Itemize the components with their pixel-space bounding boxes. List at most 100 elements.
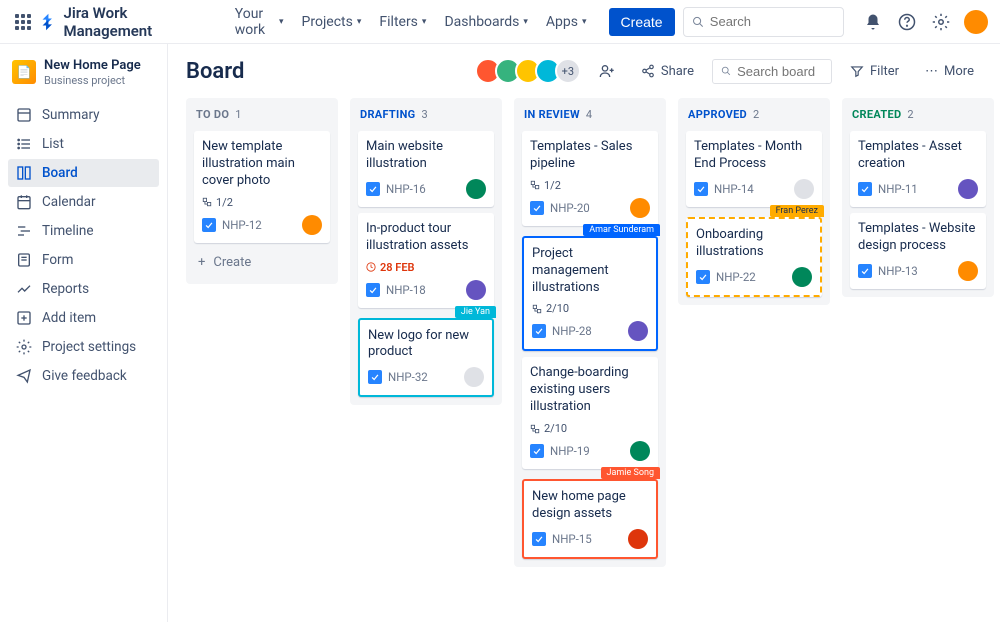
card[interactable]: Change-boarding existing users illustrat… bbox=[522, 357, 658, 469]
create-card-button[interactable]: +Create bbox=[194, 249, 330, 276]
create-button[interactable]: Create bbox=[609, 8, 675, 36]
card-title: New logo for new product bbox=[368, 328, 484, 362]
card-key: NHP-28 bbox=[552, 324, 592, 338]
issue-type-icon bbox=[202, 218, 216, 232]
issue-type-icon bbox=[696, 270, 710, 284]
sidebar-item-label: List bbox=[42, 136, 64, 152]
filter-button[interactable]: Filter bbox=[842, 59, 907, 84]
assignee-avatar[interactable] bbox=[464, 367, 484, 387]
column-drafting: DRAFTING3 Main website illustrationNHP-16… bbox=[350, 98, 502, 405]
nav-dashboards[interactable]: Dashboards▾ bbox=[436, 2, 535, 42]
board-icon bbox=[16, 165, 32, 181]
card-key: NHP-12 bbox=[222, 218, 262, 232]
column-header[interactable]: APPROVED2 bbox=[686, 106, 822, 125]
card[interactable]: Project management illustrations2/10NHP-… bbox=[522, 236, 658, 352]
assignee-avatar[interactable] bbox=[630, 441, 650, 461]
sidebar-item-summary[interactable]: Summary bbox=[8, 101, 159, 129]
card-title: Change-boarding existing users illustrat… bbox=[530, 365, 650, 416]
sidebar-item-reports[interactable]: Reports bbox=[8, 275, 159, 303]
sidebar-item-label: Add item bbox=[42, 310, 96, 326]
add-people-button[interactable] bbox=[591, 58, 623, 84]
brand[interactable]: Jira Work Management bbox=[39, 4, 211, 40]
project-header[interactable]: 📄 New Home Page Business project bbox=[8, 56, 159, 89]
sidebar-item-timeline[interactable]: Timeline bbox=[8, 217, 159, 245]
global-search-input[interactable] bbox=[710, 14, 835, 29]
profile-avatar[interactable] bbox=[964, 10, 988, 34]
card-key: NHP-13 bbox=[878, 264, 918, 278]
assignee-avatar[interactable] bbox=[958, 261, 978, 281]
global-search[interactable] bbox=[683, 7, 844, 37]
page-title: Board bbox=[186, 59, 244, 84]
card-title: Onboarding illustrations bbox=[696, 227, 812, 261]
sidebar-item-list[interactable]: List bbox=[8, 130, 159, 158]
settings-icon[interactable] bbox=[930, 11, 952, 33]
column-header[interactable]: IN REVIEW4 bbox=[522, 106, 658, 125]
assignee-avatar[interactable] bbox=[302, 215, 322, 235]
sidebar-item-board[interactable]: Board bbox=[8, 159, 159, 187]
app-switcher-icon[interactable] bbox=[12, 10, 35, 34]
card[interactable]: In-product tour illustration assets28 FE… bbox=[358, 213, 494, 308]
card[interactable]: Templates - Website design processNHP-13 bbox=[850, 213, 986, 289]
card[interactable]: Onboarding illustrationsNHP-22 bbox=[686, 217, 822, 297]
sidebar-item-label: Project settings bbox=[42, 339, 136, 355]
sidebar: 📄 New Home Page Business project Summary… bbox=[0, 44, 168, 622]
card[interactable]: Main website illustrationNHP-16 bbox=[358, 131, 494, 207]
assignee-avatar[interactable] bbox=[466, 280, 486, 300]
filter-icon bbox=[850, 64, 864, 78]
column-header[interactable]: DRAFTING3 bbox=[358, 106, 494, 125]
board-columns: TO DO1 New template illustration main cov… bbox=[186, 98, 982, 567]
assignee-avatar[interactable] bbox=[958, 179, 978, 199]
sidebar-item-label: Form bbox=[42, 252, 73, 268]
card[interactable]: Templates - Sales pipeline1/2NHP-20Amar … bbox=[522, 131, 658, 226]
sidebar-item-settings[interactable]: Project settings bbox=[8, 333, 159, 361]
card-footer: NHP-28 bbox=[532, 321, 648, 341]
search-icon bbox=[692, 15, 704, 29]
assignee-avatar[interactable] bbox=[794, 179, 814, 199]
card[interactable]: New home page design assetsNHP-15 bbox=[522, 479, 658, 559]
assignee-avatar[interactable] bbox=[630, 198, 650, 218]
column-header[interactable]: CREATED2 bbox=[850, 106, 986, 125]
card-subtasks: 1/2 bbox=[202, 196, 322, 209]
assignee-avatar[interactable] bbox=[792, 267, 812, 287]
sidebar-item-add[interactable]: Add item bbox=[8, 304, 159, 332]
card-title: In-product tour illustration assets bbox=[366, 221, 486, 255]
settings-icon bbox=[16, 339, 32, 355]
sidebar-item-calendar[interactable]: Calendar bbox=[8, 188, 159, 216]
card[interactable]: Templates - Asset creationNHP-11 bbox=[850, 131, 986, 207]
card-footer: NHP-12 bbox=[202, 215, 322, 235]
nav-your-work[interactable]: Your work▾ bbox=[227, 2, 292, 42]
sidebar-item-label: Timeline bbox=[42, 223, 94, 239]
nav-projects[interactable]: Projects▾ bbox=[294, 2, 370, 42]
issue-type-icon bbox=[694, 182, 708, 196]
card-footer: NHP-32 bbox=[368, 367, 484, 387]
board-search-input[interactable] bbox=[737, 64, 823, 79]
card[interactable]: Templates - Month End ProcessNHP-14Fran … bbox=[686, 131, 822, 207]
subtask-icon bbox=[202, 197, 212, 207]
card-title: Templates - Asset creation bbox=[858, 139, 978, 173]
nav-filters[interactable]: Filters▾ bbox=[371, 2, 434, 42]
assignee-avatar[interactable] bbox=[628, 321, 648, 341]
card-footer: NHP-16 bbox=[366, 179, 486, 199]
column-inreview: IN REVIEW4 Templates - Sales pipeline1/2N… bbox=[514, 98, 666, 567]
help-icon[interactable] bbox=[896, 11, 918, 33]
column-count: 2 bbox=[753, 108, 759, 121]
notifications-icon[interactable] bbox=[862, 11, 884, 33]
sidebar-item-label: Calendar bbox=[42, 194, 96, 210]
nav-apps[interactable]: Apps▾ bbox=[538, 2, 595, 42]
sidebar-item-feedback[interactable]: Give feedback bbox=[8, 362, 159, 390]
assignee-avatar[interactable] bbox=[466, 179, 486, 199]
board-avatars[interactable]: +3 bbox=[481, 58, 581, 84]
column-title: IN REVIEW bbox=[524, 108, 580, 121]
assignee-avatar[interactable] bbox=[628, 529, 648, 549]
issue-type-icon bbox=[530, 444, 544, 458]
avatar-more[interactable]: +3 bbox=[555, 58, 581, 84]
card-key: NHP-19 bbox=[550, 444, 590, 458]
card[interactable]: New template illustration main cover pho… bbox=[194, 131, 330, 243]
card[interactable]: New logo for new product NHP-32 bbox=[358, 318, 494, 398]
chevron-down-icon: ▾ bbox=[582, 17, 587, 27]
sidebar-item-form[interactable]: Form bbox=[8, 246, 159, 274]
column-header[interactable]: TO DO1 bbox=[194, 106, 330, 125]
more-button[interactable]: ⋯More bbox=[917, 59, 982, 84]
board-search[interactable] bbox=[712, 59, 832, 84]
share-button[interactable]: Share bbox=[633, 59, 702, 84]
